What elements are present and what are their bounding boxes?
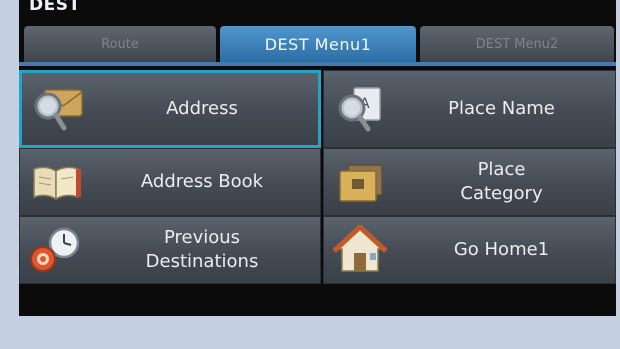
tab-route[interactable]: Route: [24, 26, 216, 62]
place-name-label: Place Name: [448, 98, 555, 119]
place-category-label: Place Category: [460, 159, 543, 204]
tab-dest-menu2-label: DEST Menu2: [475, 36, 559, 52]
go-home-button[interactable]: Go Home1: [323, 216, 616, 284]
address-label: Address: [166, 98, 238, 119]
navigation-screen: DEST Route DEST Menu1 DEST Menu2 Address…: [19, 0, 616, 316]
tab-dest-menu1[interactable]: DEST Menu1: [220, 26, 416, 62]
address-book-icon: [28, 157, 84, 207]
previous-destinations-button[interactable]: Previous Destinations: [19, 216, 321, 284]
tab-dest-menu1-label: DEST Menu1: [264, 34, 372, 54]
tab-route-label: Route: [101, 36, 139, 52]
address-search-icon: [30, 84, 86, 134]
home-icon: [332, 224, 388, 275]
bottom-bar: [19, 284, 616, 316]
screen-title: DEST: [29, 0, 81, 15]
go-home-label: Go Home1: [453, 239, 550, 260]
address-book-label: Address Book: [140, 171, 264, 192]
place-category-button[interactable]: Place Category: [323, 148, 616, 216]
place-category-icon: [332, 157, 388, 207]
tab-dest-menu2[interactable]: DEST Menu2: [420, 26, 614, 62]
tab-bar: Route DEST Menu1 DEST Menu2: [24, 26, 614, 62]
previous-destinations-icon: [28, 225, 84, 275]
place-name-button[interactable]: A Place Name: [323, 70, 616, 148]
menu-grid: Address A Place Name: [19, 66, 616, 284]
address-book-button[interactable]: Address Book: [19, 148, 321, 216]
place-name-search-icon: A: [332, 84, 388, 134]
previous-destinations-label: Previous Destinations: [145, 227, 259, 272]
address-button[interactable]: Address: [19, 70, 321, 148]
